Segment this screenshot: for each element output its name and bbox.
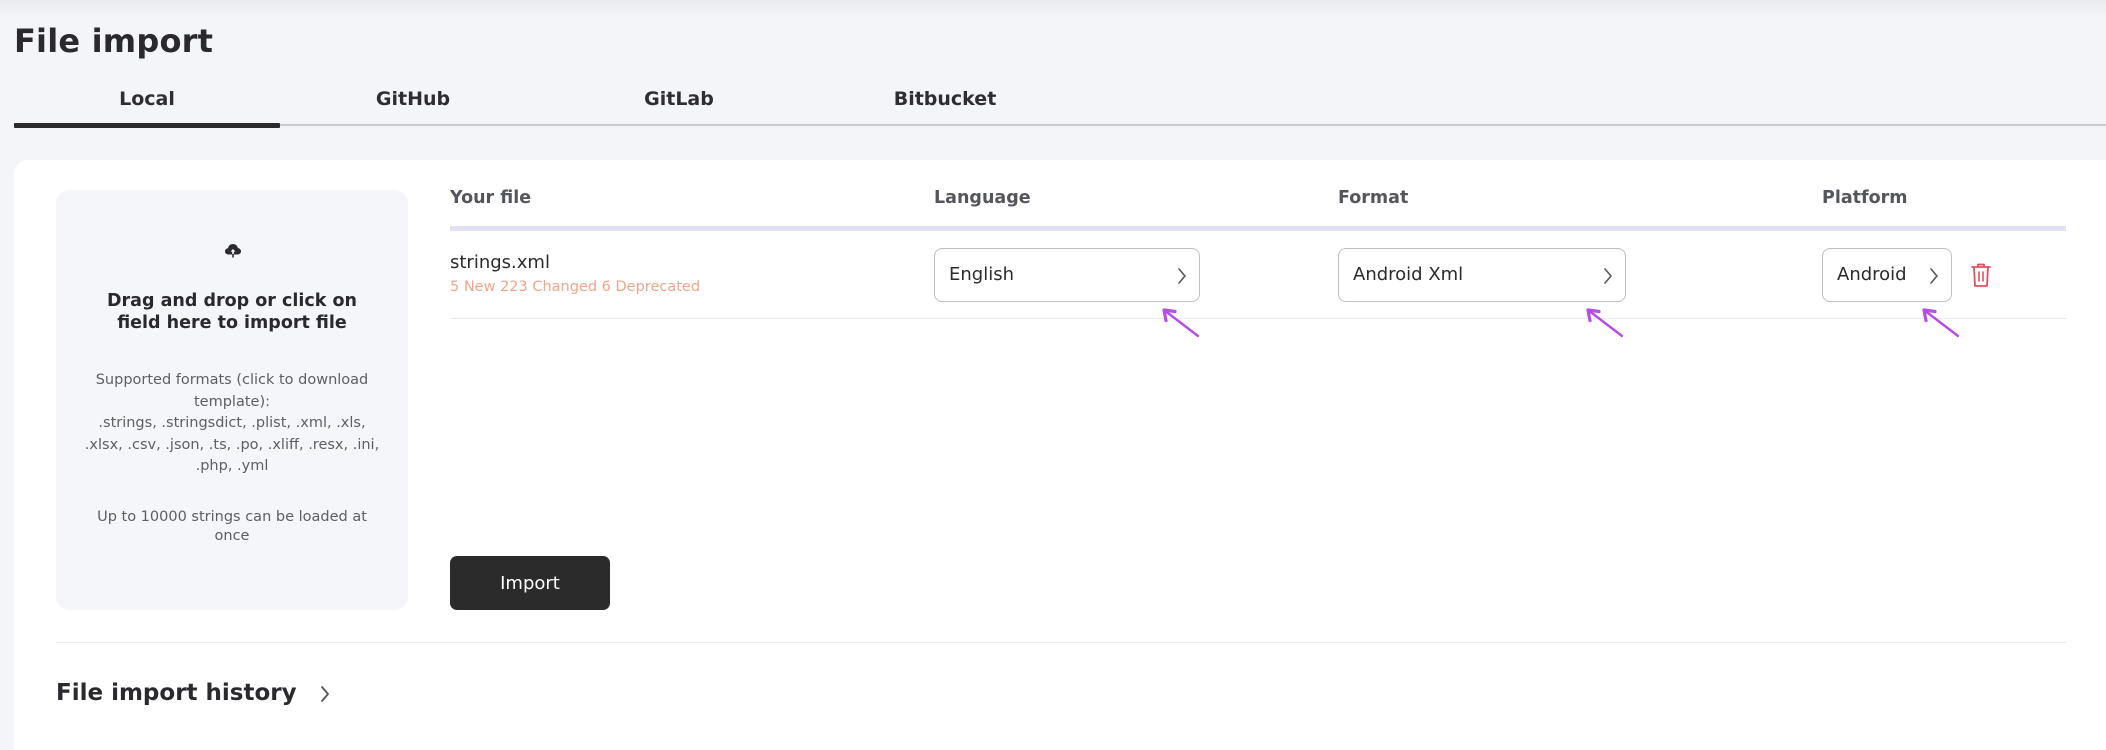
trash-icon[interactable] <box>1970 262 1992 288</box>
page-title: File import <box>14 22 214 60</box>
supported-formats[interactable]: Supported formats (click to download tem… <box>80 370 384 478</box>
chevron-right-icon <box>320 685 329 702</box>
column-header-language: Language <box>934 188 1031 208</box>
column-header-file: Your file <box>450 188 532 208</box>
tab-bitbucket[interactable]: Bitbucket <box>812 84 1078 126</box>
format-select-value: Android Xml <box>1353 264 1464 285</box>
import-card: Drag and drop or click on field here to … <box>14 160 2106 750</box>
annotation-arrow-icon <box>1162 308 1200 338</box>
upload-cloud-icon <box>225 244 241 258</box>
source-tabs: Local GitHub GitLab Bitbucket <box>14 84 2106 128</box>
tab-local[interactable]: Local <box>14 84 280 128</box>
format-select[interactable]: Android Xml <box>1338 248 1626 302</box>
annotation-arrow-icon <box>1922 308 1960 338</box>
supported-formats-list: .strings, .stringsdict, .plist, .xml, .x… <box>84 415 380 474</box>
tab-github[interactable]: GitHub <box>280 84 546 126</box>
tab-gitlab[interactable]: GitLab <box>546 84 812 126</box>
file-name: strings.xml <box>450 252 550 273</box>
chevron-right-icon <box>1604 268 1612 284</box>
annotation-arrow-icon <box>1586 308 1624 338</box>
chevron-right-icon <box>1178 268 1186 284</box>
import-button[interactable]: Import <box>450 556 610 610</box>
file-import-history-link[interactable]: File import history <box>56 676 331 710</box>
chevron-right-icon <box>1930 268 1938 284</box>
column-header-platform: Platform <box>1822 188 1908 208</box>
strings-limit-note: Up to 10000 strings can be loaded at onc… <box>97 509 367 544</box>
column-header-format: Format <box>1338 188 1409 208</box>
table-header-divider <box>450 226 2066 231</box>
language-select-value: English <box>949 264 1014 285</box>
platform-select-value: Android <box>1837 264 1907 285</box>
supported-formats-intro: Supported formats (click to download tem… <box>95 372 369 410</box>
file-import-history-label: File import history <box>56 680 297 706</box>
platform-select[interactable]: Android <box>1822 248 1952 302</box>
language-select[interactable]: English <box>934 248 1200 302</box>
dropzone-title: Drag and drop or click on field here to … <box>107 291 357 333</box>
section-divider <box>56 642 2066 643</box>
top-shadow <box>0 0 2106 16</box>
file-dropzone[interactable]: Drag and drop or click on field here to … <box>56 190 408 610</box>
file-change-stats: 5 New 223 Changed 6 Deprecated <box>450 279 701 295</box>
table-row-divider <box>450 318 2066 319</box>
